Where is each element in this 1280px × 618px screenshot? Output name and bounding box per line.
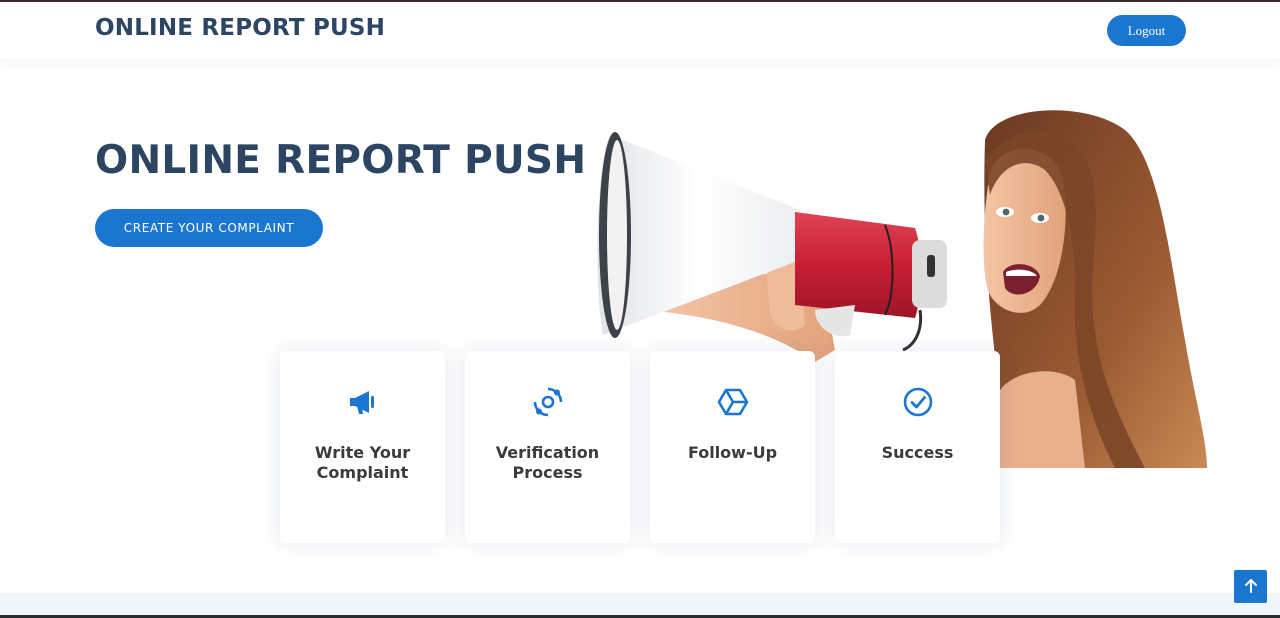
check-circle-icon bbox=[835, 386, 1000, 418]
card-verification[interactable]: Verification Process bbox=[465, 351, 630, 543]
card-success[interactable]: Success bbox=[835, 351, 1000, 543]
card-label: Write Your Complaint bbox=[314, 443, 411, 482]
card-write-complaint[interactable]: Write Your Complaint bbox=[280, 351, 445, 543]
card-label: Success bbox=[881, 443, 954, 462]
card-label: Follow-Up bbox=[687, 443, 778, 462]
card-label: Verification Process bbox=[495, 443, 600, 482]
card-follow-up[interactable]: Follow-Up bbox=[650, 351, 815, 543]
hero-title: ONLINE REPORT PUSH bbox=[95, 138, 587, 183]
site-header: ONLINE REPORT PUSH Logout bbox=[0, 2, 1280, 59]
hexagon-icon bbox=[650, 386, 815, 418]
create-complaint-button[interactable]: CREATE YOUR COMPLAINT bbox=[95, 209, 323, 247]
orbit-icon bbox=[465, 386, 630, 418]
arrow-up-icon bbox=[1244, 579, 1257, 593]
scroll-to-top-button[interactable] bbox=[1234, 570, 1267, 603]
site-logo[interactable]: ONLINE REPORT PUSH bbox=[95, 15, 385, 41]
logout-button[interactable]: Logout bbox=[1107, 15, 1186, 46]
megaphone-icon bbox=[280, 386, 445, 418]
